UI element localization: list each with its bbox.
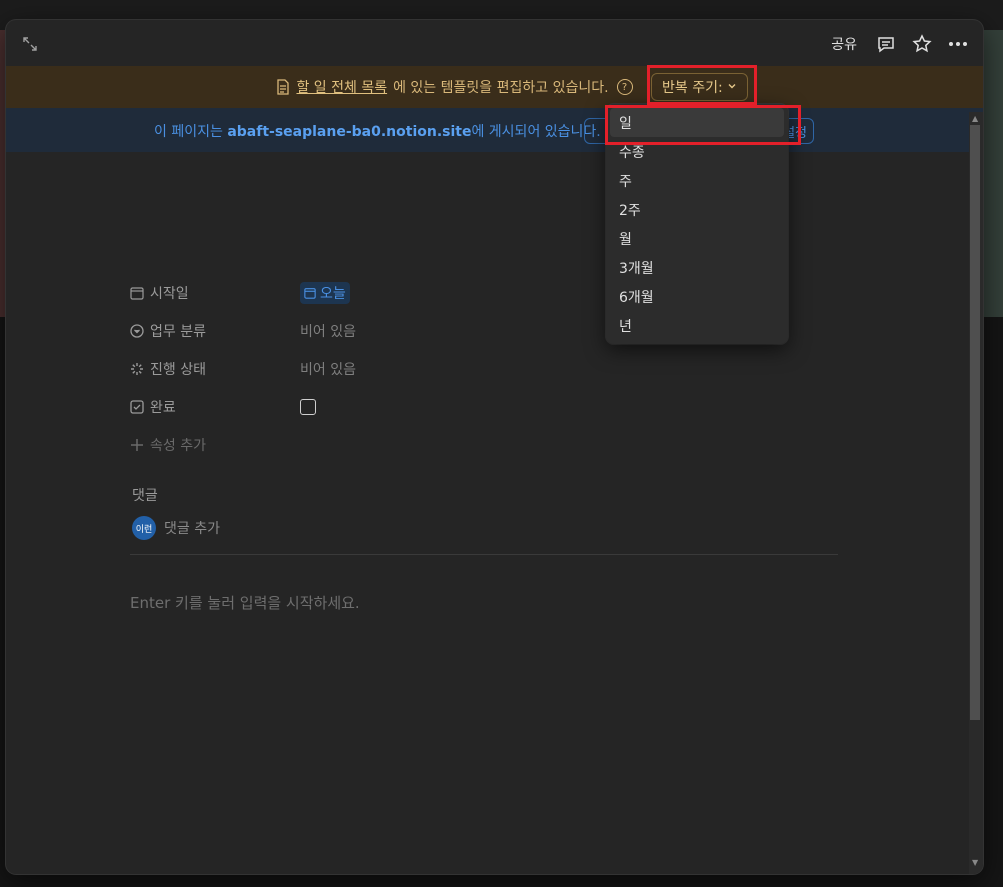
property-label-done: 완료 (130, 397, 300, 417)
repeat-button[interactable]: 반복 주기: (651, 73, 748, 101)
chevron-down-icon (727, 79, 737, 95)
page-modal: 공유 할 일 전체 목록 에 있는 템플릿을 편집하고 있습니다. ? 반복 주… (6, 20, 983, 874)
done-checkbox[interactable] (300, 399, 316, 415)
expand-icon[interactable] (22, 36, 38, 52)
template-edit-text: 에 있는 템플릿을 편집하고 있습니다. (393, 80, 609, 96)
star-icon[interactable] (911, 33, 933, 55)
property-label-status: 진행 상태 (130, 359, 300, 379)
share-button[interactable]: 공유 (827, 32, 861, 56)
repeat-button-label: 반복 주기: (662, 80, 723, 96)
comments-title: 댓글 (132, 488, 158, 504)
dropdown-item[interactable]: 주 (610, 166, 784, 195)
background-right-strip (983, 30, 1003, 317)
document-icon (276, 79, 290, 95)
avatar: 이런 (132, 516, 156, 540)
add-property-label-wrap: 속성 추가 (130, 435, 300, 455)
select-icon (130, 324, 144, 338)
scroll-up-arrow-icon[interactable]: ▲ (972, 114, 980, 123)
category-value[interactable]: 비어 있음 (300, 321, 356, 341)
publish-bar: 이 페이지는 abaft-seaplane-ba0.notion.site에 게… (6, 108, 983, 152)
property-status[interactable]: 진행 상태 비어 있음 (130, 350, 850, 388)
today-chip-label: 오늘 (320, 286, 346, 302)
calendar-small-icon (304, 288, 316, 299)
publish-prefix: 이 페이지는 (154, 124, 228, 140)
add-property-label: 속성 추가 (150, 438, 206, 454)
status-icon (130, 362, 144, 376)
template-edit-message: 할 일 전체 목록 에 있는 템플릿을 편집하고 있습니다. ? (276, 77, 633, 97)
help-icon[interactable]: ? (616, 79, 633, 95)
publish-site-link[interactable]: abaft-seaplane-ba0.notion.site (227, 124, 471, 140)
dropdown-item[interactable]: 일 (610, 108, 784, 137)
plus-icon (130, 438, 144, 452)
property-label-category: 업무 분류 (130, 321, 300, 341)
publish-message: 이 페이지는 abaft-seaplane-ba0.notion.site에 게… (154, 121, 601, 141)
repeat-dropdown: 일 수종 주 2주 월 3개월 6개월 년 (606, 104, 788, 344)
dropdown-item[interactable]: 수종 (610, 137, 784, 166)
editor-placeholder[interactable]: Enter 키를 눌러 입력을 시작하세요. (130, 592, 360, 613)
checkbox-icon (130, 400, 144, 414)
dropdown-item[interactable]: 6개월 (610, 282, 784, 311)
divider (130, 554, 838, 555)
scroll-down-arrow-icon[interactable]: ▼ (972, 858, 980, 867)
property-label-start-date: 시작일 (130, 283, 300, 303)
property-done[interactable]: 완료 (130, 388, 850, 426)
dropdown-item[interactable]: 년 (610, 311, 784, 340)
today-chip[interactable]: 오늘 (300, 282, 350, 304)
dropdown-item[interactable]: 월 (610, 224, 784, 253)
add-comment-label[interactable]: 댓글 추가 (164, 518, 220, 538)
add-property-button[interactable]: 속성 추가 (130, 426, 850, 464)
dropdown-item[interactable]: 3개월 (610, 253, 784, 282)
dropdown-item[interactable]: 2주 (610, 195, 784, 224)
calendar-icon (130, 286, 144, 300)
status-label: 진행 상태 (150, 362, 206, 378)
top-actions: 공유 (827, 32, 969, 56)
start-date-value[interactable]: 오늘 (300, 282, 350, 304)
modal-topbar: 공유 (6, 20, 983, 66)
start-date-label: 시작일 (150, 286, 189, 302)
add-comment[interactable]: 이런 댓글 추가 (132, 516, 220, 540)
more-icon[interactable] (947, 33, 969, 55)
comment-icon[interactable] (875, 33, 897, 55)
category-label: 업무 분류 (150, 324, 206, 340)
publish-suffix: 에 게시되어 있습니다. (471, 124, 601, 140)
template-edit-bar: 할 일 전체 목록 에 있는 템플릿을 편집하고 있습니다. ? 반복 주기: (6, 66, 983, 108)
scrollbar-thumb[interactable] (970, 125, 980, 720)
done-label: 완료 (150, 400, 176, 416)
status-value[interactable]: 비어 있음 (300, 359, 356, 379)
template-database-link[interactable]: 할 일 전체 목록 (296, 77, 387, 97)
